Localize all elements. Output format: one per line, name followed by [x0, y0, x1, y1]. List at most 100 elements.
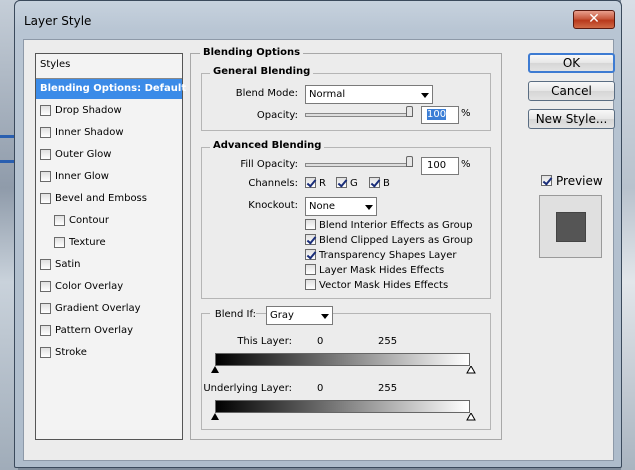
style-item-label: Pattern Overlay — [55, 325, 134, 336]
style-item-label: Contour — [69, 215, 109, 226]
option-vector-mask-hides[interactable]: Vector Mask Hides Effects — [305, 279, 448, 291]
fill-opacity-value: 100 — [427, 160, 447, 171]
fill-opacity-slider-thumb[interactable] — [406, 156, 413, 167]
checkbox[interactable] — [305, 177, 316, 188]
channel-b[interactable]: B — [369, 177, 390, 189]
style-item-label: Outer Glow — [55, 149, 112, 160]
style-item-label: Drop Shadow — [55, 105, 122, 116]
style-item[interactable]: Texture — [36, 233, 182, 253]
background-highlight — [0, 135, 14, 138]
blend-if-select[interactable]: Gray — [266, 306, 333, 325]
checkbox[interactable] — [40, 171, 51, 182]
background-highlight — [0, 160, 14, 163]
checkbox[interactable] — [305, 264, 316, 275]
group-title: General Blending — [210, 66, 314, 77]
opacity-input[interactable]: 100 — [421, 106, 459, 124]
option-layer-mask-hides[interactable]: Layer Mask Hides Effects — [305, 264, 444, 276]
style-item[interactable]: Outer Glow — [36, 145, 182, 165]
layer-style-dialog: Layer Style ✕ Styles Blending Options: D… — [14, 0, 622, 468]
opacity-slider-track[interactable] — [305, 113, 413, 117]
checkbox[interactable] — [305, 279, 316, 290]
fill-opacity-input[interactable]: 100 — [421, 157, 459, 175]
checkbox[interactable] — [541, 175, 552, 186]
this-layer-gradient[interactable] — [215, 353, 470, 366]
knockout-select[interactable]: None — [305, 197, 377, 216]
style-item[interactable]: Bevel and Emboss — [36, 189, 182, 209]
checkbox[interactable] — [40, 193, 51, 204]
checkbox[interactable] — [305, 234, 316, 245]
style-item[interactable]: Pattern Overlay — [36, 321, 182, 341]
checkbox[interactable] — [40, 149, 51, 160]
style-item[interactable]: Blending Options: Default — [36, 79, 186, 99]
channel-r[interactable]: R — [305, 177, 326, 189]
checkbox[interactable] — [40, 347, 51, 358]
blend-mode-value: Normal — [309, 89, 346, 100]
this-layer-min: 0 — [317, 336, 324, 347]
styles-header[interactable]: Styles — [40, 59, 70, 70]
opacity-slider-thumb[interactable] — [406, 106, 413, 117]
style-item-label: Blending Options: Default — [40, 83, 187, 94]
this-layer-black-slider[interactable] — [211, 366, 219, 373]
blend-if-group: Blend If: Gray This Layer: 0 255 Underly… — [201, 306, 491, 430]
this-layer-label: This Layer: — [237, 336, 292, 347]
option-label: Transparency Shapes Layer — [319, 250, 457, 261]
this-layer-white-slider[interactable] — [466, 364, 476, 374]
style-item[interactable]: Color Overlay — [36, 277, 182, 297]
style-item[interactable]: Drop Shadow — [36, 101, 182, 121]
option-blend-clipped[interactable]: Blend Clipped Layers as Group — [305, 234, 473, 246]
advanced-blending-group: Advanced Blending Fill Opacity: 100 % Ch… — [201, 140, 491, 299]
style-item-label: Inner Shadow — [55, 127, 124, 138]
new-style-button[interactable]: New Style... — [528, 109, 615, 129]
underlying-layer-label: Underlying Layer: — [203, 383, 292, 394]
option-blend-interior[interactable]: Blend Interior Effects as Group — [305, 219, 472, 231]
style-item-label: Inner Glow — [55, 171, 109, 182]
fill-opacity-slider-track[interactable] — [305, 163, 413, 167]
ok-button[interactable]: OK — [528, 53, 615, 73]
close-button[interactable]: ✕ — [573, 10, 615, 29]
underlying-layer-gradient[interactable] — [215, 400, 470, 413]
blend-if-value: Gray — [270, 310, 294, 321]
style-item[interactable]: Inner Glow — [36, 167, 182, 187]
style-item[interactable]: Inner Shadow — [36, 123, 182, 143]
checkbox[interactable] — [40, 303, 51, 314]
checkbox[interactable] — [40, 259, 51, 270]
cancel-button[interactable]: Cancel — [528, 81, 615, 101]
checkbox[interactable] — [40, 325, 51, 336]
channel-r-label: R — [319, 178, 326, 189]
section-title: Blending Options — [200, 47, 304, 58]
style-item[interactable]: Stroke — [36, 343, 182, 363]
checkbox[interactable] — [336, 177, 347, 188]
chevron-down-icon — [421, 93, 429, 98]
option-transparency-shapes[interactable]: Transparency Shapes Layer — [305, 249, 456, 261]
channel-g[interactable]: G — [336, 177, 358, 189]
knockout-value: None — [309, 201, 336, 212]
preview-label: Preview — [556, 174, 603, 188]
underlying-min: 0 — [317, 383, 324, 394]
style-item-label: Color Overlay — [55, 281, 124, 292]
underlying-black-slider[interactable] — [211, 413, 219, 420]
option-label: Layer Mask Hides Effects — [319, 265, 445, 276]
style-item[interactable]: Satin — [36, 255, 182, 275]
checkbox[interactable] — [54, 237, 65, 248]
checkbox[interactable] — [369, 177, 380, 188]
underlying-white-slider[interactable] — [466, 411, 476, 421]
checkbox[interactable] — [40, 105, 51, 116]
blend-mode-select[interactable]: Normal — [305, 85, 433, 104]
checkbox[interactable] — [40, 281, 51, 292]
fill-opacity-label: Fill Opacity: — [240, 159, 298, 170]
underlying-max: 255 — [378, 383, 398, 394]
style-item[interactable]: Gradient Overlay — [36, 299, 182, 319]
triangle-icon — [466, 411, 476, 421]
channel-g-label: G — [350, 178, 358, 189]
preview-checkbox[interactable]: Preview — [541, 174, 603, 188]
style-item[interactable]: Contour — [36, 211, 182, 231]
checkbox[interactable] — [305, 249, 316, 260]
checkbox[interactable] — [305, 219, 316, 230]
close-icon: ✕ — [588, 11, 600, 27]
checkbox[interactable] — [40, 127, 51, 138]
fill-opacity-unit: % — [461, 159, 471, 170]
styles-list: Styles Blending Options: Default Drop Sha… — [35, 53, 186, 440]
checkbox[interactable] — [54, 215, 65, 226]
title-bar[interactable]: Layer Style ✕ — [15, 1, 621, 35]
style-item-label: Stroke — [55, 347, 87, 358]
